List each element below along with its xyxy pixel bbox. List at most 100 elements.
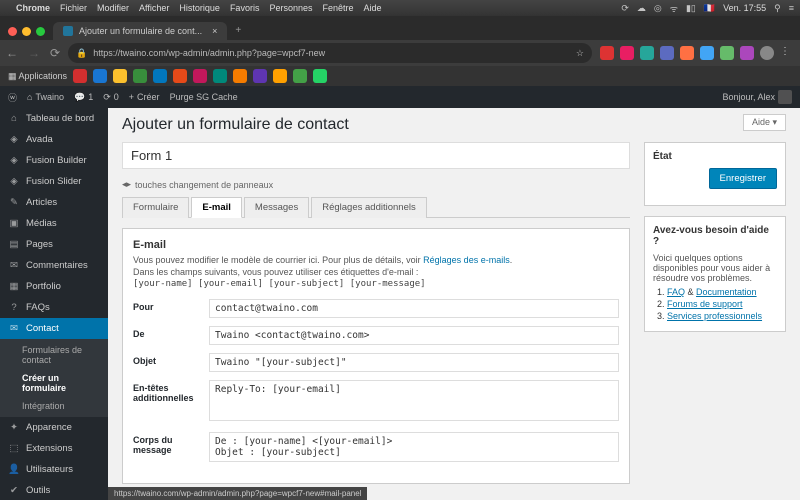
bookmark-item[interactable]: [293, 69, 307, 83]
ext-icon[interactable]: [600, 46, 614, 60]
help-tab[interactable]: Aide ▾: [743, 114, 786, 131]
star-icon[interactable]: ☆: [576, 48, 584, 59]
bookmark-item[interactable]: [113, 69, 127, 83]
bookmark-item[interactable]: [273, 69, 287, 83]
input-from[interactable]: [209, 326, 619, 345]
menu-bookmarks[interactable]: Favoris: [230, 3, 260, 13]
updates-count[interactable]: ⟳ 0: [103, 92, 119, 103]
sidebar-item-outils[interactable]: ✔Outils: [0, 480, 108, 500]
app-name[interactable]: Chrome: [16, 3, 50, 13]
mail-settings-link[interactable]: Réglages des e-mails: [423, 255, 510, 265]
user-greeting[interactable]: Bonjour, Alex: [722, 90, 792, 104]
purge-cache[interactable]: Purge SG Cache: [170, 92, 238, 102]
sidebar-item-pages[interactable]: ▤Pages: [0, 234, 108, 255]
bookmark-item[interactable]: [173, 69, 187, 83]
tab-formulaire[interactable]: Formulaire: [122, 197, 189, 218]
menu-label: Extensions: [26, 443, 72, 454]
ext-icon[interactable]: [660, 46, 674, 60]
save-button[interactable]: Enregistrer: [709, 168, 777, 189]
bookmark-item[interactable]: [313, 69, 327, 83]
wifi-icon[interactable]: ᯤ: [670, 2, 678, 15]
status-box: État Enregistrer: [644, 142, 786, 206]
close-window[interactable]: [8, 27, 17, 36]
status-title: État: [653, 151, 777, 162]
input-to[interactable]: [209, 299, 619, 318]
input-headers[interactable]: [209, 380, 619, 421]
site-name[interactable]: ⌂ Twaino: [27, 92, 64, 102]
menu-label: Avada: [26, 134, 53, 145]
menu-view[interactable]: Afficher: [139, 3, 169, 13]
bookmark-item[interactable]: [213, 69, 227, 83]
sidebar-item-apparence[interactable]: ✦Apparence: [0, 417, 108, 438]
chrome-menu-icon[interactable]: ⋮: [780, 46, 794, 60]
menu-help[interactable]: Aide: [364, 3, 382, 13]
help-link[interactable]: Forums de support: [667, 299, 743, 309]
avatar: [778, 90, 792, 104]
sidebar-item-extensions[interactable]: ⬚Extensions: [0, 438, 108, 459]
ext-icon[interactable]: [700, 46, 714, 60]
minimize-window[interactable]: [22, 27, 31, 36]
wp-logo[interactable]: ⓦ: [8, 91, 17, 104]
bookmark-item[interactable]: [233, 69, 247, 83]
new-tab-button[interactable]: +: [227, 21, 249, 40]
lock-icon: 🔒: [76, 48, 87, 59]
sidebar-item-fusion-slider[interactable]: ◈Fusion Slider: [0, 171, 108, 192]
panel-title: E-mail: [133, 239, 619, 251]
help-link[interactable]: FAQ: [667, 287, 685, 297]
tab-messages[interactable]: Messages: [244, 197, 309, 218]
sidebar-item-fusion-builder[interactable]: ◈Fusion Builder: [0, 150, 108, 171]
bookmark-item[interactable]: [133, 69, 147, 83]
sidebar-subitem[interactable]: Créer un formulaire: [0, 369, 108, 397]
reload-button[interactable]: ⟳: [50, 46, 60, 60]
sidebar-item-tableau-de-bord[interactable]: ⌂Tableau de bord: [0, 108, 108, 129]
tab-e-mail[interactable]: E-mail: [191, 197, 242, 218]
sidebar-item-portfolio[interactable]: ▦Portfolio: [0, 276, 108, 297]
menu-history[interactable]: Historique: [179, 3, 220, 13]
menu-icon: ◈: [8, 134, 20, 145]
bookmark-item[interactable]: [193, 69, 207, 83]
apps-button[interactable]: ▦ Applications: [8, 71, 67, 82]
help-title: Avez-vous besoin d'aide ?: [653, 225, 777, 247]
menu-people[interactable]: Personnes: [269, 3, 312, 13]
zoom-window[interactable]: [36, 27, 45, 36]
tab-réglages-additionnels[interactable]: Réglages additionnels: [311, 197, 426, 218]
help-link[interactable]: Documentation: [696, 287, 757, 297]
sidebar-subitem[interactable]: Intégration: [0, 397, 108, 415]
ext-icon[interactable]: [620, 46, 634, 60]
bookmark-item[interactable]: [253, 69, 267, 83]
flag-icon[interactable]: 🇫🇷: [704, 3, 715, 14]
ext-icon[interactable]: [740, 46, 754, 60]
sidebar-item-avada[interactable]: ◈ Avada: [0, 129, 108, 150]
address-bar[interactable]: 🔒 https://twaino.com/wp-admin/admin.php?…: [68, 43, 592, 63]
menu-file[interactable]: Fichier: [60, 3, 87, 13]
sidebar-item-faqs[interactable]: ?FAQs: [0, 297, 108, 318]
browser-tab[interactable]: Ajouter un formulaire de cont... ×: [53, 22, 227, 40]
help-link[interactable]: Services professionnels: [667, 311, 762, 321]
ext-icon[interactable]: [680, 46, 694, 60]
close-tab-icon[interactable]: ×: [212, 26, 217, 36]
spotlight-icon[interactable]: ⚲: [774, 3, 781, 14]
menu-window[interactable]: Fenêtre: [322, 3, 353, 13]
comments-count[interactable]: 💬 1: [74, 92, 93, 103]
form-title-input[interactable]: Form 1: [122, 142, 630, 169]
sidebar-item-commentaires[interactable]: ✉Commentaires: [0, 255, 108, 276]
ext-icon[interactable]: [720, 46, 734, 60]
sidebar-item-utilisateurs[interactable]: 👤Utilisateurs: [0, 459, 108, 480]
sidebar-item-articles[interactable]: ✎Articles: [0, 192, 108, 213]
bookmark-item[interactable]: [73, 69, 87, 83]
input-subject[interactable]: [209, 353, 619, 372]
new-content[interactable]: + Créer: [129, 92, 160, 102]
back-button[interactable]: ←: [6, 46, 18, 60]
forward-button[interactable]: →: [28, 46, 40, 60]
input-body[interactable]: [209, 432, 619, 462]
sidebar-subitem[interactable]: Formulaires de contact: [0, 341, 108, 369]
menu-edit[interactable]: Modifier: [97, 3, 129, 13]
bookmark-item[interactable]: [93, 69, 107, 83]
bookmark-item[interactable]: [153, 69, 167, 83]
avatar-icon[interactable]: [760, 46, 774, 60]
sidebar-item-contact[interactable]: ✉Contact: [0, 318, 108, 339]
ext-icon[interactable]: [640, 46, 654, 60]
sidebar-item-médias[interactable]: ▣Médias: [0, 213, 108, 234]
menu-icon[interactable]: ≡: [789, 3, 794, 13]
chrome-toolbar: ← → ⟳ 🔒 https://twaino.com/wp-admin/admi…: [0, 40, 800, 66]
